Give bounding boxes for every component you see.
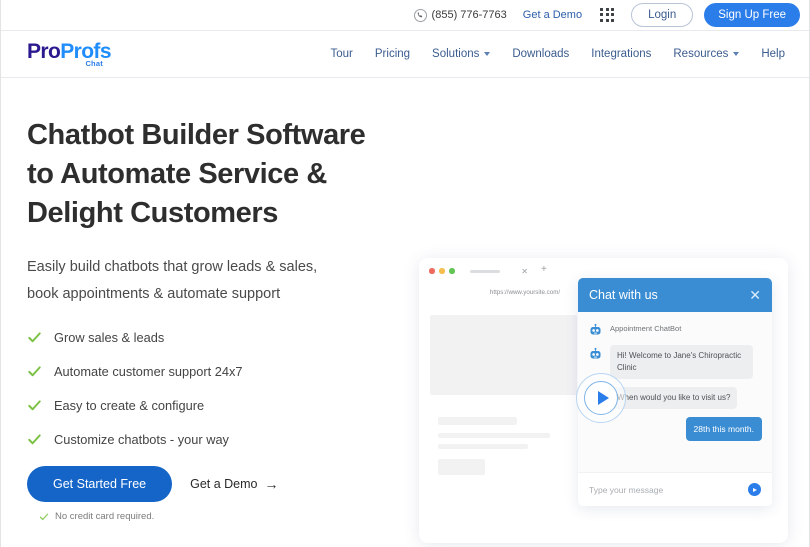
list-item: Easy to create & configure <box>27 398 416 413</box>
headline-line-2: to Automate Service & <box>27 158 327 190</box>
nav-label: Help <box>761 48 785 60</box>
login-button[interactable]: Login <box>631 3 694 27</box>
chat-bubble-text: Hi! Welcome to Jane's Chiropractic Clini… <box>610 345 753 379</box>
nav-item-pricing[interactable]: Pricing <box>375 48 410 60</box>
phone-icon <box>413 8 427 22</box>
placeholder-line <box>438 417 517 425</box>
checkmark-icon <box>27 398 42 413</box>
get-a-demo-label: Get a Demo <box>190 477 258 491</box>
placeholder-button <box>438 459 485 475</box>
url-text: https://www.yoursite.com/ <box>489 288 561 296</box>
nav-item-downloads[interactable]: Downloads <box>512 48 569 60</box>
nav-label: Pricing <box>374 48 411 60</box>
subhead-line-1: Easily build chatbots that grow leads & … <box>27 259 318 275</box>
logo-text-pro: Pro <box>27 39 61 63</box>
robot-avatar-icon <box>588 346 603 361</box>
hero-text-column: Chatbot Builder Software to Automate Ser… <box>1 106 416 546</box>
checkmark-icon <box>27 330 42 345</box>
chevron-down-icon <box>733 52 740 56</box>
arrow-right-icon: → <box>264 476 279 492</box>
page-root: (855) 776-7763 Get a Demo Login Sign Up … <box>0 0 810 547</box>
nav-links: Tour Pricing Solutions Downloads Integra… <box>331 48 785 60</box>
window-traffic-lights <box>429 268 455 274</box>
chatbot-identity-row: Appointment ChatBot <box>588 321 762 337</box>
feature-label: Automate customer support 24x7 <box>54 364 243 379</box>
nav-item-tour[interactable]: Tour <box>331 48 353 60</box>
phone-number-text: (855) 776-7763 <box>431 9 507 21</box>
hero-subheading: Easily build chatbots that grow leads & … <box>27 254 416 308</box>
chat-widget-header: Chat with us ✕ <box>578 278 772 312</box>
subhead-line-2: book appointments & automate support <box>27 286 281 302</box>
hero-illustration: ✕ + https://www.yoursite.com/ Chat with … <box>419 258 788 543</box>
checkmark-icon <box>27 432 42 447</box>
nav-label: Downloads <box>512 48 570 60</box>
chatbot-name: Appointment ChatBot <box>610 324 682 333</box>
feature-list: Grow sales & leads Automate customer sup… <box>27 330 416 447</box>
nav-label: Integrations <box>591 48 652 60</box>
headline-line-3: Delight Customers <box>27 197 279 229</box>
nav-item-solutions[interactable]: Solutions <box>432 48 491 60</box>
page-title: Chatbot Builder Software to Automate Ser… <box>27 116 416 233</box>
list-item: Automate customer support 24x7 <box>27 364 416 379</box>
feature-label: Grow sales & leads <box>54 330 165 345</box>
hero-section: Chatbot Builder Software to Automate Ser… <box>1 78 809 546</box>
feature-label: Easy to create & configure <box>54 398 205 413</box>
no-credit-card-label: No credit card required. <box>55 511 155 522</box>
browser-mockup: ✕ + https://www.yoursite.com/ Chat with … <box>419 258 788 543</box>
get-a-demo-link[interactable]: Get a Demo → <box>190 477 278 491</box>
chat-bubble-text: 28th this month. <box>685 417 762 441</box>
play-button-icon <box>584 381 618 415</box>
list-item: Customize chatbots - your way <box>27 432 416 447</box>
nav-item-resources[interactable]: Resources <box>673 48 740 60</box>
utility-bar: (855) 776-7763 Get a Demo Login Sign Up … <box>1 0 809 31</box>
list-item: Grow sales & leads <box>27 330 416 345</box>
new-tab-icon: + <box>541 264 547 275</box>
robot-avatar-icon <box>588 322 603 337</box>
browser-address-bar: https://www.yoursite.com/ <box>465 284 585 300</box>
close-icon: ✕ <box>521 266 528 276</box>
nav-label: Solutions <box>432 48 480 60</box>
feature-label: Customize chatbots - your way <box>54 432 229 447</box>
get-started-free-button[interactable]: Get Started Free <box>27 466 173 502</box>
headline-line-1: Chatbot Builder Software <box>27 119 366 151</box>
chat-bubble-text: When would you like to visit us? <box>610 387 738 409</box>
grid-apps-icon[interactable] <box>600 7 615 23</box>
phone-number[interactable]: (855) 776-7763 <box>413 8 507 22</box>
main-navbar: ProProfs Chat Tour Pricing Solutions Dow… <box>1 31 809 78</box>
chat-input-bar[interactable]: Type your message <box>578 472 772 506</box>
nav-item-help[interactable]: Help <box>761 48 785 60</box>
close-icon[interactable]: ✕ <box>749 288 761 302</box>
checkmark-icon <box>39 512 49 522</box>
cta-row: Get Started Free Get a Demo → <box>27 466 416 502</box>
nav-label: Resources <box>673 48 729 60</box>
send-icon[interactable] <box>748 483 761 496</box>
nav-label: Tour <box>330 48 353 60</box>
proprofs-chat-logo[interactable]: ProProfs Chat <box>27 39 112 68</box>
checkmark-icon <box>27 364 42 379</box>
no-credit-card-note: No credit card required. <box>39 511 416 522</box>
signup-free-button[interactable]: Sign Up Free <box>704 3 800 27</box>
play-video-button[interactable] <box>576 373 626 423</box>
placeholder-line <box>438 444 528 449</box>
chat-input-placeholder: Type your message <box>589 484 664 495</box>
chevron-down-icon <box>484 52 491 56</box>
placeholder-hero-block <box>430 315 577 395</box>
topbar-get-demo-link[interactable]: Get a Demo <box>523 9 582 21</box>
placeholder-line <box>438 433 550 438</box>
browser-tab: ✕ <box>465 261 533 282</box>
nav-item-integrations[interactable]: Integrations <box>591 48 651 60</box>
chat-header-title: Chat with us <box>589 288 658 302</box>
tab-title-placeholder <box>470 270 500 273</box>
